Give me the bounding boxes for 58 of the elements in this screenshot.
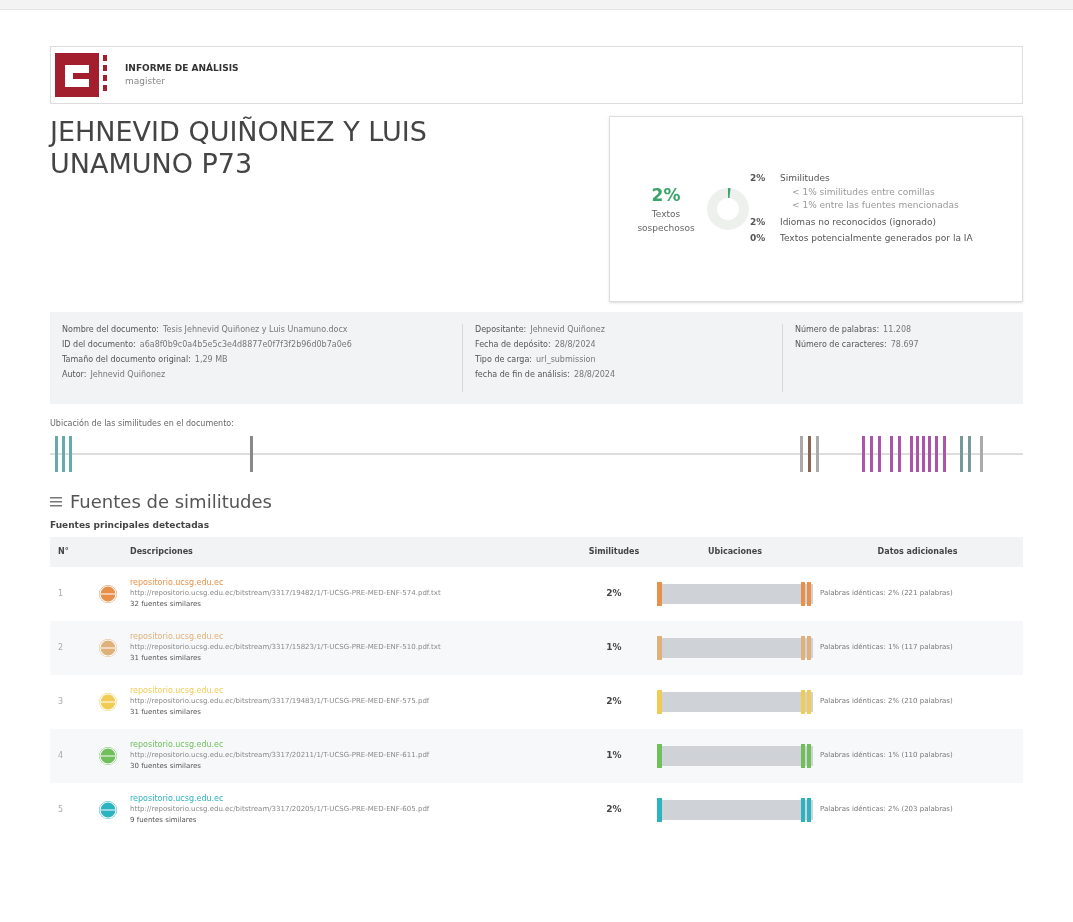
field-label: Nombre del documento: [62,324,160,336]
field-label: ID del documento: [62,339,136,351]
category-label: Idiomas no reconocidos (ignorado) [780,215,937,229]
field-value: 78.697 [890,339,919,351]
field-value: Jehnevid Quiñonez [90,369,166,381]
field-value: url_submission [536,354,596,366]
field-value: a6a8f0b9c0a4b5e5c3e4d8877e0f7f3f2b96d0b7a0e6 [139,339,352,351]
field-value: Jehnevid Quiñonez [530,324,605,336]
list-icon [50,496,62,507]
globe-icon [98,583,118,604]
field-label: fecha de fin de análisis: [475,369,570,381]
globe-icon [98,745,118,766]
field-label: Número de palabras: [795,324,880,336]
report-subtitle: magister [125,75,166,88]
similarity-percent: 2% [605,694,623,708]
similarity-percent: 2% [605,802,623,816]
field-value: 28/8/2024 [554,339,596,351]
similarity-percent: 2% [605,586,623,600]
similarity-percent: 1% [605,640,623,654]
row-number: 5 [58,803,65,816]
subcategory-label: < 1% similitudes entre comillas [791,185,936,199]
percent-value: 2% [750,172,767,186]
report-type: INFORME DE ANÁLISIS [125,61,239,75]
row-number: 3 [58,695,65,708]
field-value: 28/8/2024 [573,369,615,381]
suspicious-percent: 2% [651,183,681,207]
row-number: 4 [58,749,65,762]
category-label: Similitudes [780,172,831,186]
field-label: Número de caracteres: [795,339,887,351]
section-title: Fuentes de similitudes [70,490,272,514]
locations-label: Ubicación de las similitudes en el documento: [50,418,235,430]
subcategory-label: < 1% entre las fuentes mencionadas [791,199,959,213]
field-label: Depositante: [475,324,527,336]
field-label: Tipo de carga: [475,354,533,366]
similarity-percent: 1% [605,748,623,762]
globe-icon [98,691,118,712]
column-header: Descripciones [129,545,194,558]
document-title: JEHNEVID QUIÑONEZ Y LUIS UNAMUNO P73 [50,116,428,181]
field-value: Tesis Jehnevid Quiñonez y Luis Unamuno.docx [163,324,348,336]
donut-chart-icon [706,187,750,231]
globe-icon [98,637,118,658]
column-header: Datos adicionales [876,545,959,558]
globe-icon [98,799,118,820]
field-value: 1,29 MB [194,354,228,366]
row-number: 1 [58,587,65,600]
suspicious-label: Textos sospechosos [636,208,696,235]
category-label: Textos potencialmente generados por la IA [780,232,973,246]
section-subtitle: Fuentes principales detectadas [50,519,211,532]
row-number: 2 [58,641,65,654]
field-label: Tamaño del documento original: [62,354,191,366]
field-value: 11.208 [883,324,912,336]
percent-value: 2% [750,215,767,229]
column-header: N° [58,545,70,558]
column-header: Similitudes [587,545,641,558]
column-header: Ubicaciones [707,545,763,558]
percent-value: 0% [750,232,767,246]
field-label: Autor: [62,369,87,381]
field-label: Fecha de depósito: [475,339,551,351]
